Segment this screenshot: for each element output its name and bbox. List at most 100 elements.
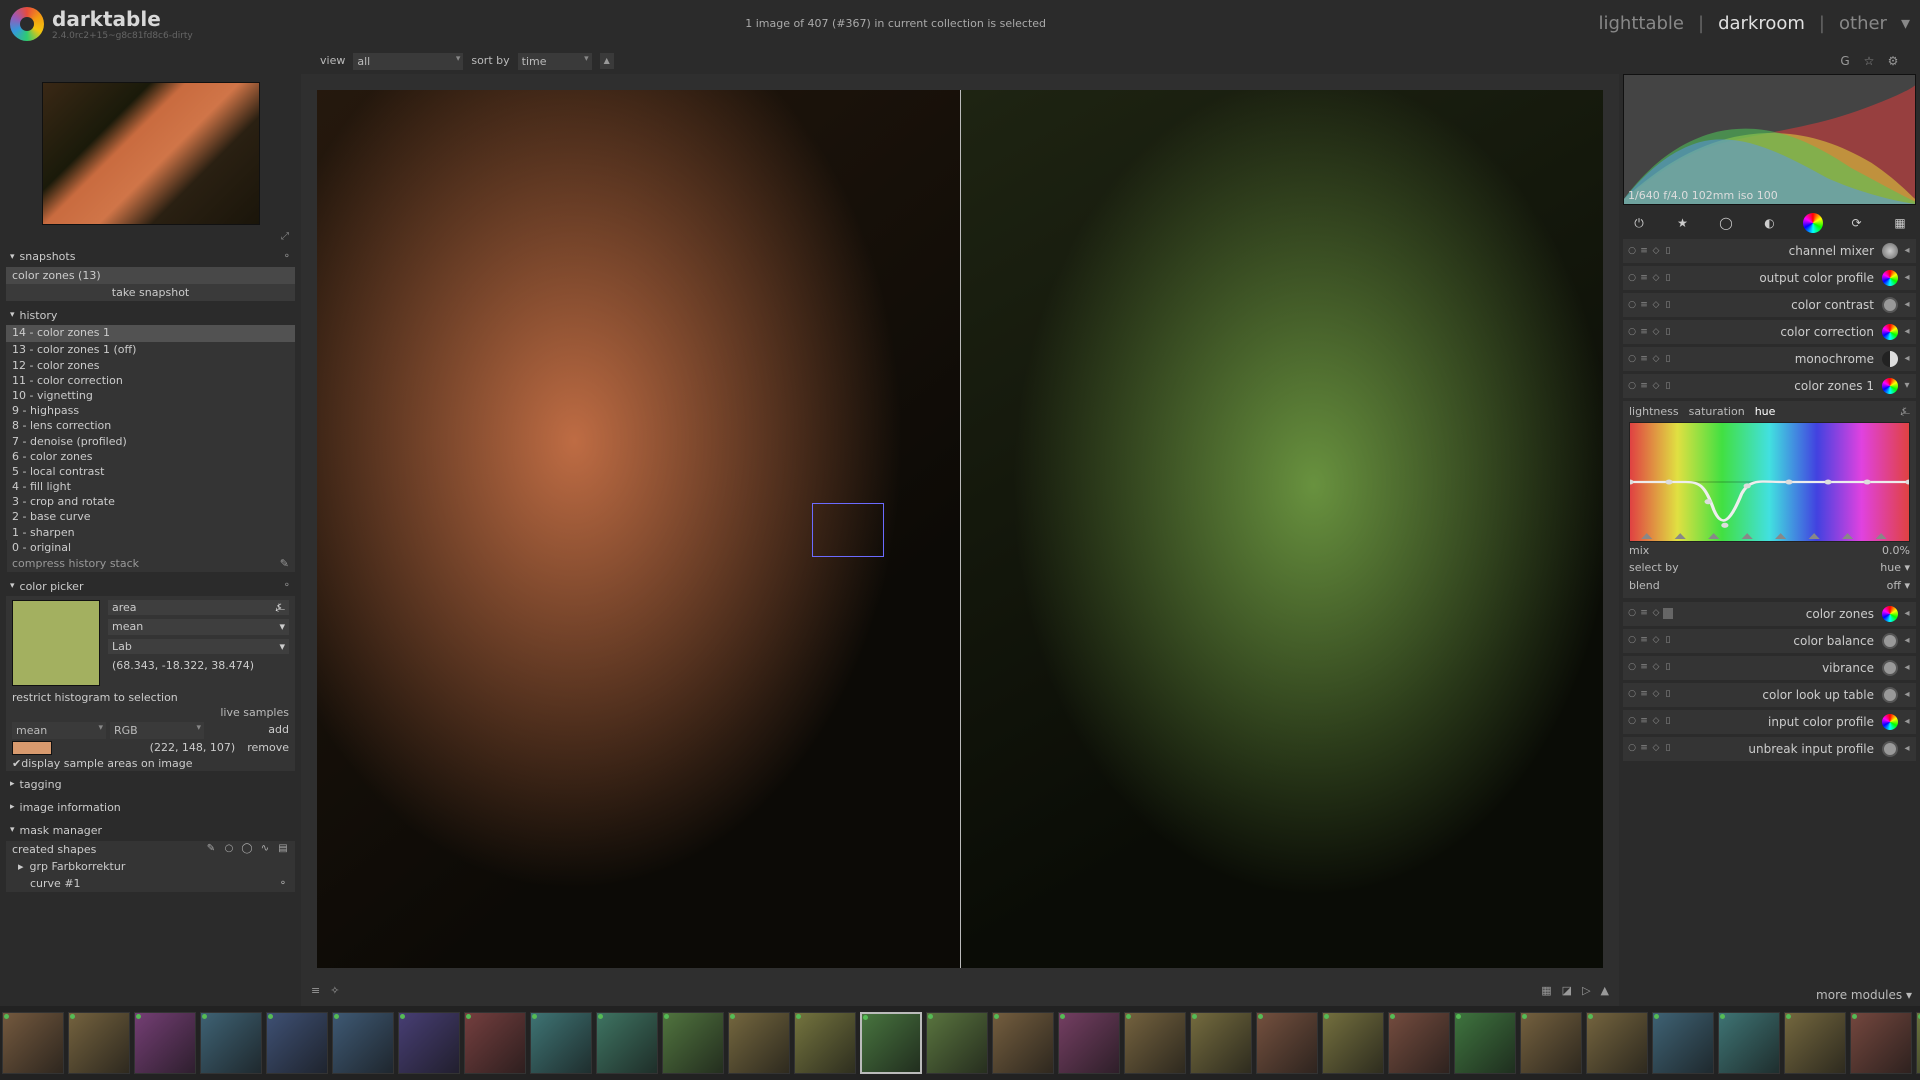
filmstrip-thumb[interactable] xyxy=(1124,1012,1186,1074)
left-collapse-handle[interactable] xyxy=(0,540,7,574)
history-item[interactable]: 1 - sharpen xyxy=(6,525,295,540)
filmstrip-thumb[interactable] xyxy=(728,1012,790,1074)
snapshot-divider[interactable] xyxy=(960,90,961,968)
modulegroup-active-icon[interactable]: ⏻ xyxy=(1629,213,1649,233)
filmstrip-thumb[interactable] xyxy=(1388,1012,1450,1074)
quick-access-icon[interactable]: ≡ xyxy=(311,984,320,997)
module-output-color-profile[interactable]: ○≡◇▯ output color profile ◂ xyxy=(1623,266,1916,290)
filmstrip-thumb[interactable] xyxy=(1520,1012,1582,1074)
sort-direction-button[interactable]: ▲ xyxy=(600,53,614,69)
filmstrip-thumb[interactable] xyxy=(68,1012,130,1074)
filmstrip-thumb[interactable] xyxy=(1190,1012,1252,1074)
filmstrip-thumb[interactable] xyxy=(1322,1012,1384,1074)
filmstrip-thumb[interactable] xyxy=(1652,1012,1714,1074)
image-canvas[interactable] xyxy=(305,78,1615,980)
module-input-color-profile[interactable]: ○≡◇▯ input color profile ◂ xyxy=(1623,710,1916,734)
maskmanager-header[interactable]: ▾ mask manager xyxy=(6,821,295,841)
filmstrip-thumb[interactable] xyxy=(266,1012,328,1074)
history-item[interactable]: 12 - color zones xyxy=(6,358,295,373)
chevron-down-icon[interactable]: ▾ xyxy=(1902,380,1912,392)
gamut-icon[interactable]: ◪ xyxy=(1562,984,1572,997)
sample-space-select[interactable]: RGB xyxy=(110,722,204,739)
take-snapshot-button[interactable]: take snapshot xyxy=(6,284,295,301)
filmstrip-thumb[interactable] xyxy=(1916,1012,1920,1074)
brush-icon[interactable]: ✎ xyxy=(205,843,217,855)
module-unbreak-input-profile[interactable]: ○≡◇▯ unbreak input profile ◂ xyxy=(1623,737,1916,761)
gear-icon[interactable]: ⚬ xyxy=(283,580,291,592)
remove-sample-button[interactable]: remove xyxy=(247,741,289,754)
filmstrip-thumb[interactable] xyxy=(332,1012,394,1074)
tab-lightness[interactable]: lightness xyxy=(1629,405,1679,418)
modulegroup-correct-icon[interactable]: ⟳ xyxy=(1847,213,1867,233)
history-item[interactable]: 10 - vignetting xyxy=(6,388,295,403)
filmstrip-thumb[interactable] xyxy=(1256,1012,1318,1074)
more-modules-button[interactable]: more modules ▾ xyxy=(1619,984,1920,1006)
colorpicker-rect[interactable] xyxy=(812,503,884,557)
picker-mode-select[interactable]: area xyxy=(112,601,137,614)
filmstrip-thumb[interactable] xyxy=(1586,1012,1648,1074)
filmstrip-thumb[interactable] xyxy=(530,1012,592,1074)
filmstrip-thumb[interactable] xyxy=(596,1012,658,1074)
color-zones-graph[interactable] xyxy=(1629,422,1910,542)
picker-space-select[interactable]: Lab xyxy=(112,640,132,653)
tab-hue[interactable]: hue xyxy=(1755,405,1776,418)
picker-icon[interactable]: ⍼ xyxy=(1900,405,1910,418)
chevron-left-icon[interactable]: ◂ xyxy=(1902,716,1912,728)
nav-more-icon[interactable]: ▾ xyxy=(1901,13,1910,35)
styles-quick-icon[interactable]: ✧ xyxy=(330,984,339,997)
snapshots-header[interactable]: ▾ snapshots ⚬ xyxy=(6,247,295,267)
filmstrip-thumb[interactable] xyxy=(1454,1012,1516,1074)
module-color-contrast[interactable]: ○≡◇▯ color contrast ◂ xyxy=(1623,293,1916,317)
modulegroup-basic-icon[interactable]: ◯ xyxy=(1716,213,1736,233)
mask-group[interactable]: grp Farbkorrektur xyxy=(30,860,126,873)
warning-icon[interactable]: ▲ xyxy=(1601,984,1609,997)
chevron-left-icon[interactable]: ◂ xyxy=(1902,353,1912,365)
modulegroup-color-icon[interactable]: ● xyxy=(1803,213,1823,233)
sort-select[interactable]: time xyxy=(518,53,592,70)
sample-stat-select[interactable]: mean xyxy=(12,722,106,739)
module-channel-mixer[interactable]: ○≡◇▯ channel mixer ◂ xyxy=(1623,239,1916,263)
history-header[interactable]: ▾ history xyxy=(6,305,295,325)
module-color-lut[interactable]: ○≡◇▯ color look up table ◂ xyxy=(1623,683,1916,707)
history-item[interactable]: 11 - color correction xyxy=(6,373,295,388)
filmstrip-thumb[interactable] xyxy=(1850,1012,1912,1074)
chevron-left-icon[interactable]: ◂ xyxy=(1902,689,1912,701)
nav-lighttable[interactable]: lighttable xyxy=(1599,13,1684,35)
filmstrip-thumb[interactable] xyxy=(200,1012,262,1074)
module-color-balance[interactable]: ○≡◇▯ color balance ◂ xyxy=(1623,629,1916,653)
gradient-icon[interactable]: ▤ xyxy=(277,843,289,855)
gear-icon[interactable]: ⚙ xyxy=(1886,54,1900,68)
filmstrip-thumb[interactable] xyxy=(2,1012,64,1074)
filmstrip-thumb[interactable] xyxy=(1718,1012,1780,1074)
module-color-zones-1[interactable]: ○≡◇▯ color zones 1 ▾ xyxy=(1623,374,1916,398)
star-icon[interactable]: ☆ xyxy=(1862,54,1876,68)
filmstrip-thumb[interactable] xyxy=(398,1012,460,1074)
module-monochrome[interactable]: ○≡◇▯ monochrome ◂ xyxy=(1623,347,1916,371)
picker-stat-select[interactable]: mean xyxy=(112,620,143,633)
history-item[interactable]: 13 - color zones 1 (off) xyxy=(6,342,295,357)
filmstrip-thumb[interactable] xyxy=(1784,1012,1846,1074)
mask-curve[interactable]: curve #1 xyxy=(30,877,81,890)
ellipse-icon[interactable]: ◯ xyxy=(241,843,253,855)
tagging-header[interactable]: ▸ tagging xyxy=(6,775,295,795)
nav-other[interactable]: other xyxy=(1839,13,1887,35)
history-item[interactable]: 14 - color zones 1 xyxy=(6,325,295,342)
histogram[interactable]: 1/640 f/4.0 102mm iso 100 xyxy=(1623,74,1916,205)
chevron-left-icon[interactable]: ◂ xyxy=(1902,272,1912,284)
chevron-left-icon[interactable]: ◂ xyxy=(1902,299,1912,311)
history-item[interactable]: 5 - local contrast xyxy=(6,464,295,479)
view-select[interactable]: all xyxy=(353,53,463,70)
history-item[interactable]: 2 - base curve xyxy=(6,509,295,524)
gear-icon[interactable]: ⚬ xyxy=(283,251,291,263)
module-color-correction[interactable]: ○≡◇▯ color correction ◂ xyxy=(1623,320,1916,344)
chevron-left-icon[interactable]: ◂ xyxy=(1902,245,1912,257)
chevron-left-icon[interactable]: ◂ xyxy=(1902,635,1912,647)
filmstrip-thumb[interactable] xyxy=(860,1012,922,1074)
group-icon[interactable]: G xyxy=(1838,54,1852,68)
filmstrip-thumb[interactable] xyxy=(1058,1012,1120,1074)
module-vibrance[interactable]: ○≡◇▯ vibrance ◂ xyxy=(1623,656,1916,680)
preview-expand-icon[interactable]: ⤢ xyxy=(6,231,295,247)
blend-value[interactable]: off xyxy=(1887,579,1901,592)
filmstrip-thumb[interactable] xyxy=(134,1012,196,1074)
display-samples-checkbox[interactable]: ✔ xyxy=(12,757,21,770)
